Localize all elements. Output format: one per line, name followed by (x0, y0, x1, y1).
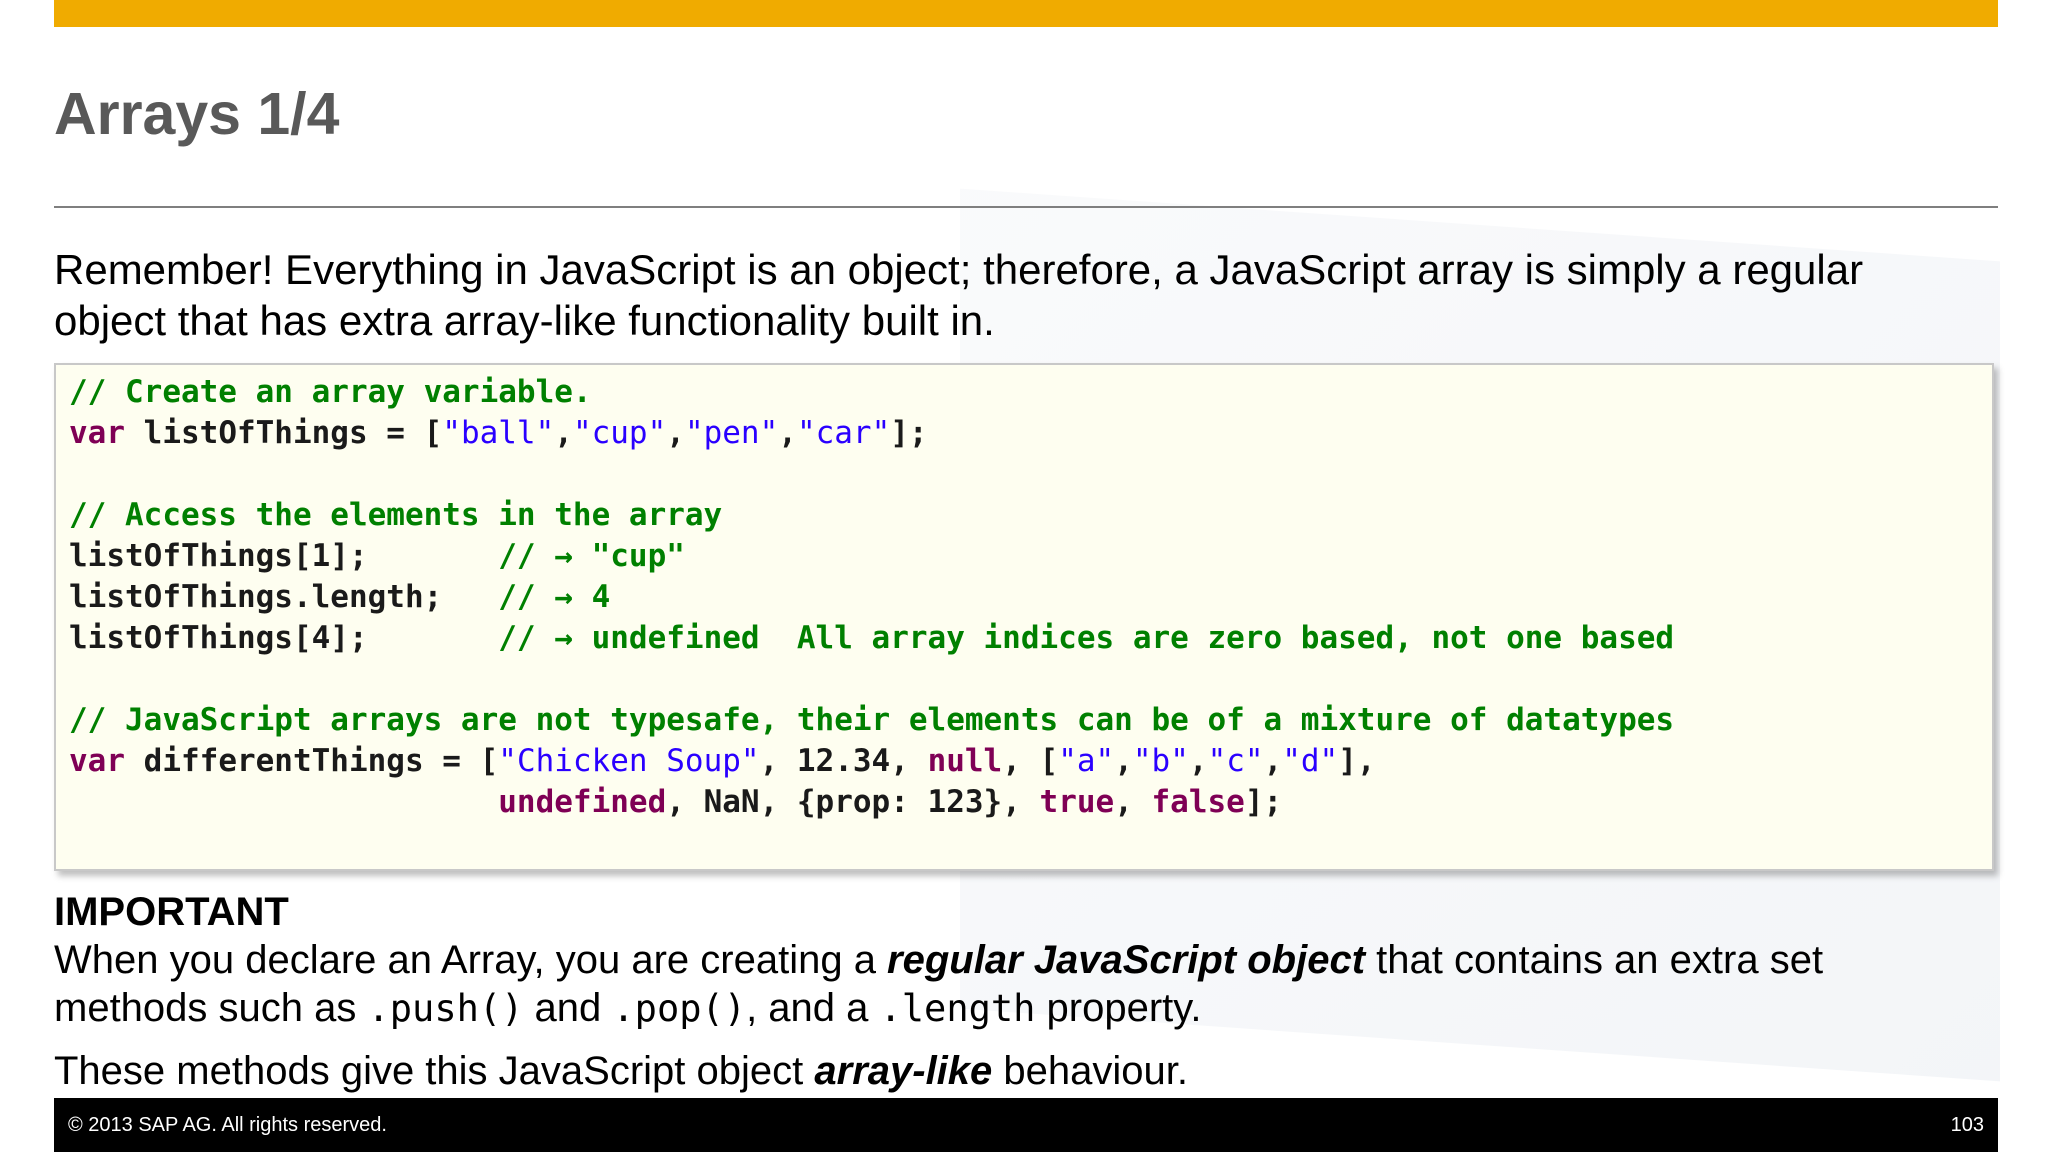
code-keyword: undefined (498, 784, 667, 820)
code-line: listOfThings[1]; // → "cup" (69, 536, 1992, 577)
emphasis-text: regular JavaScript object (887, 938, 1366, 982)
code-string: "car" (796, 415, 891, 451)
code-line: undefined, NaN, {prop: 123}, true, false… (69, 782, 1992, 823)
copyright-text: © 2013 SAP AG. All rights reserved. (68, 1114, 387, 1136)
code-keyword: true (1039, 784, 1115, 820)
code-text: ], (1338, 743, 1376, 779)
important-paragraph: When you declare an Array, you are creat… (54, 936, 1984, 1033)
code-string: "pen" (684, 415, 779, 451)
emphasis-text: array-like (814, 1049, 993, 1093)
code-line: listOfThings.length; // → 4 (69, 577, 1992, 618)
code-text: ]; (1244, 784, 1283, 820)
code-line: listOfThings[4]; // → undefined All arra… (69, 618, 1992, 659)
inline-code: .length (879, 987, 1036, 1030)
code-keyword: null (927, 743, 1003, 779)
behaviour-paragraph: These methods give this JavaScript objec… (54, 1047, 1984, 1095)
code-block: // Create an array variable. var listOfT… (54, 363, 1994, 871)
code-text: listOfThings[1]; (69, 538, 499, 574)
code-string: "a" (1058, 743, 1115, 779)
code-text: ]; (890, 415, 928, 451)
intro-paragraph: Remember! Everything in JavaScript is an… (54, 246, 1864, 344)
code-line: var listOfThings = ["ball","cup","pen","… (69, 415, 928, 451)
code-comment: // → undefined All array indices are zer… (498, 620, 1675, 656)
code-comment: // → 4 (498, 579, 611, 615)
code-comment: // Create an array variable. (69, 374, 592, 410)
code-string: "d" (1282, 743, 1339, 779)
code-line: // Access the elements in the array (69, 495, 1992, 536)
text-run: When you declare an Array, you are creat… (54, 938, 888, 982)
code-string: "b" (1132, 743, 1189, 779)
footer-bar: © 2013 SAP AG. All rights reserved. 103 (54, 1098, 1998, 1152)
code-keyword: var (69, 743, 125, 779)
code-text: , NaN, {prop: 123}, (666, 784, 1040, 820)
code-line: // JavaScript arrays are not typesafe, t… (69, 700, 1992, 741)
code-text: listOfThings = [ (125, 415, 443, 451)
code-string: "c" (1207, 743, 1264, 779)
code-text: , 12.34, (759, 743, 928, 779)
code-keyword: false (1151, 784, 1245, 820)
inline-code: .pop() (612, 987, 747, 1030)
page-number: 103 (1950, 1114, 1984, 1136)
code-comment: // → "cup" (498, 538, 685, 574)
code-string: "cup" (572, 415, 667, 451)
text-run: , and a (746, 986, 880, 1030)
code-text: listOfThings[4]; (69, 620, 499, 656)
code-line: var differentThings = ["Chicken Soup", 1… (69, 743, 1376, 779)
code-text: listOfThings.length; (69, 579, 499, 615)
code-text: , [ (1002, 743, 1059, 779)
code-text: , (1114, 784, 1152, 820)
important-heading: IMPORTANT (54, 890, 289, 934)
text-run: These methods give this JavaScript objec… (54, 1049, 815, 1093)
code-line: // Create an array variable. (69, 372, 1992, 413)
code-comment: // JavaScript arrays are not typesafe, t… (69, 702, 1675, 738)
text-run: behaviour. (992, 1049, 1188, 1093)
code-keyword: var (69, 415, 125, 451)
text-run: property. (1035, 986, 1202, 1030)
code-text: differentThings = [ (125, 743, 499, 779)
slide-title: Arrays 1/4 (54, 81, 340, 147)
code-string: "Chicken Soup" (498, 743, 760, 779)
inline-code: .push() (367, 987, 524, 1030)
code-comment: // Access the elements in the array (69, 497, 723, 533)
text-run: and (523, 986, 613, 1030)
code-string: "ball" (442, 415, 555, 451)
title-divider (54, 206, 1998, 208)
accent-bar (54, 0, 1998, 27)
